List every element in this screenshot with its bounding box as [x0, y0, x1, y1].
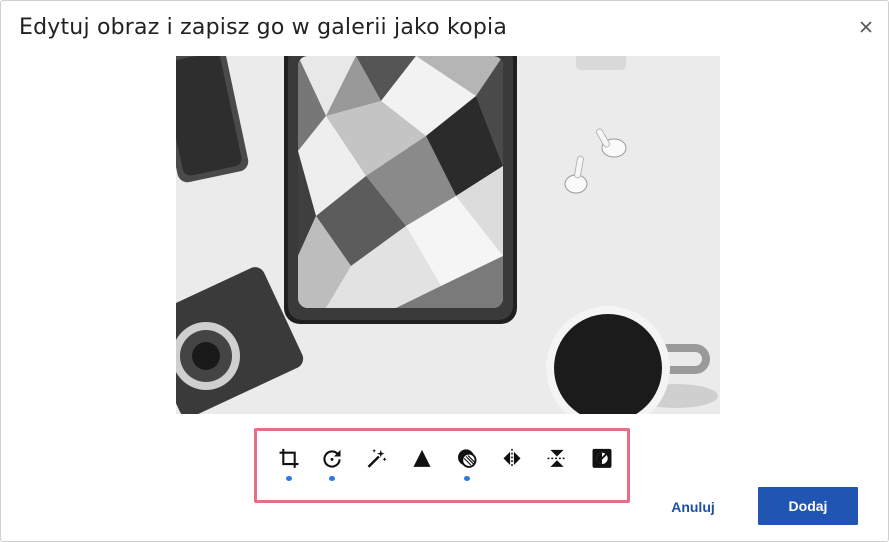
magic-wand-tool[interactable]	[362, 447, 392, 481]
filter-active-indicator	[464, 475, 470, 481]
cancel-button[interactable]: Anuluj	[660, 489, 726, 525]
dialog-title: Edytuj obraz i zapisz go w galerii jako …	[19, 15, 508, 40]
rotate-active-indicator	[329, 475, 335, 481]
flip-horizontal-tool[interactable]	[497, 447, 527, 481]
rotate-tool[interactable]	[317, 447, 347, 481]
filter-icon	[457, 449, 477, 468]
sharpen-tool[interactable]	[407, 447, 437, 481]
crop-active-indicator	[286, 475, 292, 481]
add-button[interactable]: Dodaj	[758, 487, 858, 525]
close-icon[interactable]	[858, 19, 874, 35]
magic-wand-icon	[367, 448, 387, 468]
invert-icon	[592, 448, 612, 468]
sharpen-triangle-icon	[413, 449, 431, 467]
crop-tool[interactable]	[274, 447, 304, 481]
invert-tool[interactable]	[587, 447, 617, 481]
rotate-icon	[323, 449, 341, 468]
flip-vertical-icon	[547, 449, 567, 467]
flip-vertical-tool[interactable]	[542, 447, 572, 481]
edit-toolbar	[254, 428, 630, 503]
crop-icon	[279, 448, 299, 468]
filter-tool[interactable]	[452, 447, 482, 481]
flip-horizontal-icon	[503, 448, 521, 468]
image-preview	[176, 56, 720, 414]
